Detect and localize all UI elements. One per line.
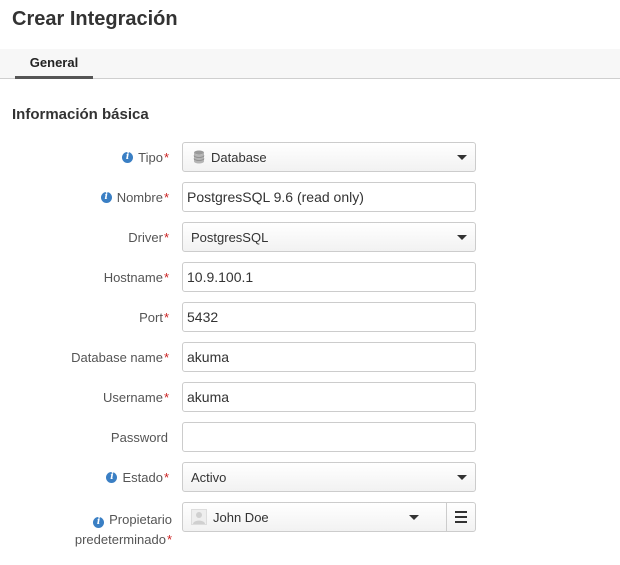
tipo-label-text: Tipo — [138, 149, 163, 165]
username-label-text: Username — [102, 389, 163, 405]
propietario-select[interactable]: John Doe — [182, 502, 448, 532]
driver-select[interactable]: PostgresSQL — [182, 222, 476, 252]
menu-icon-bar — [455, 516, 467, 518]
estado-value: Activo — [191, 469, 227, 485]
hostname-input[interactable] — [182, 262, 476, 292]
required-marker: * — [163, 349, 169, 365]
tipo-select[interactable]: Database — [182, 142, 476, 172]
menu-icon-bar — [455, 521, 467, 523]
form-row-username: Username * — [0, 382, 620, 412]
info-icon[interactable]: i — [93, 517, 105, 528]
required-marker: * — [166, 532, 172, 547]
driver-label: Driver * — [128, 222, 169, 252]
username-label: Username * — [103, 382, 169, 412]
database-name-input[interactable] — [182, 342, 476, 372]
required-marker: * — [163, 229, 169, 245]
info-icon[interactable]: i — [122, 151, 134, 163]
required-marker: * — [163, 269, 169, 285]
estado-select[interactable]: Activo — [182, 462, 476, 492]
form-row-password: Password — [0, 422, 620, 452]
required-marker: * — [163, 389, 169, 405]
tab-general[interactable]: General — [15, 49, 93, 79]
port-input[interactable] — [182, 302, 476, 332]
database-name-label: Database name * — [71, 342, 169, 372]
username-input[interactable] — [182, 382, 476, 412]
password-input[interactable] — [182, 422, 476, 452]
propietario-label-line1: Propietario — [109, 512, 172, 527]
form-row-database-name: Database name * — [0, 342, 620, 372]
estado-label-text: Estado — [122, 469, 163, 485]
tipo-label: i Tipo * — [122, 142, 169, 172]
info-icon[interactable]: i — [106, 471, 118, 483]
avatar — [191, 509, 207, 525]
password-label-text: Password — [110, 429, 168, 445]
database-name-label-text: Database name — [71, 349, 163, 365]
info-icon[interactable]: i — [100, 191, 112, 203]
form-row-port: Port * — [0, 302, 620, 332]
form-row-tipo: i Tipo * Database — [0, 142, 620, 172]
propietario-value: John Doe — [213, 509, 269, 525]
list-menu-button[interactable] — [446, 502, 476, 532]
chevron-down-icon — [457, 235, 467, 240]
propietario-label: i Propietario predeterminado* — [75, 510, 172, 550]
database-icon — [193, 150, 205, 164]
required-marker: * — [163, 469, 169, 485]
driver-value: PostgresSQL — [191, 229, 269, 245]
chevron-down-icon — [457, 475, 467, 480]
page-title: Crear Integración — [12, 8, 178, 30]
password-label: Password — [111, 422, 168, 452]
driver-label-text: Driver — [128, 229, 163, 245]
port-label: Port * — [139, 302, 169, 332]
propietario-label-line2: predeterminado — [74, 532, 166, 547]
user-icon — [193, 512, 205, 524]
tab-bar: General — [0, 49, 620, 79]
required-marker: * — [163, 309, 169, 325]
estado-label: i Estado * — [106, 462, 169, 492]
form-row-nombre: i Nombre * — [0, 182, 620, 212]
form-row-propietario: i Propietario predeterminado* John Doe — [0, 502, 620, 550]
form-row-driver: Driver * PostgresSQL — [0, 222, 620, 252]
nombre-label-text: Nombre — [116, 189, 163, 205]
hostname-label: Hostname * — [104, 262, 169, 292]
menu-icon-bar — [455, 511, 467, 513]
required-marker: * — [163, 149, 169, 165]
form-row-estado: i Estado * Activo — [0, 462, 620, 492]
form-row-hostname: Hostname * — [0, 262, 620, 292]
required-marker: * — [163, 189, 169, 205]
tipo-value: Database — [211, 149, 267, 165]
port-label-text: Port — [139, 309, 163, 325]
section-title: Información básica — [12, 106, 149, 123]
chevron-down-icon — [409, 515, 419, 520]
hostname-label-text: Hostname — [103, 269, 163, 285]
nombre-label: i Nombre * — [100, 182, 169, 212]
nombre-input[interactable] — [182, 182, 476, 212]
chevron-down-icon — [457, 155, 467, 160]
